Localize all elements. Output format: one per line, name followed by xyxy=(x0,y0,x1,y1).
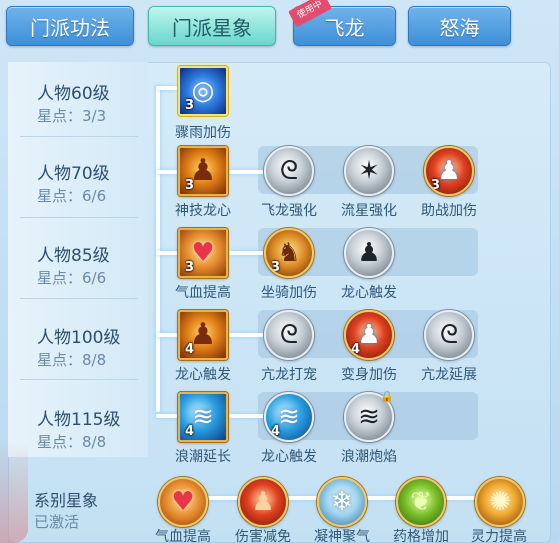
skill-node[interactable]: ≋ 🔒 xyxy=(344,390,394,442)
skill-label: 亢龙延展 xyxy=(421,367,477,383)
system-star-node[interactable]: ❄ xyxy=(317,477,367,527)
skill-node[interactable]: ♟ 4 xyxy=(178,310,228,360)
tab-label: 门派星象 xyxy=(172,15,252,40)
row-divider xyxy=(20,136,138,137)
level-label: 人物60级 xyxy=(37,84,110,104)
skill-label: 亢龙打宠 xyxy=(261,367,317,383)
warrior-icon: ♟ xyxy=(251,487,275,517)
leaf-icon: ❦ xyxy=(410,487,432,517)
skill-count: 4 xyxy=(351,342,361,357)
skill-label: 飞龙强化 xyxy=(261,203,317,219)
frost-icon: ❄ xyxy=(331,487,353,517)
skill-node[interactable]: ᘓ xyxy=(424,310,474,360)
skill-label: 龙心触发 xyxy=(341,285,397,301)
skill-count: 4 xyxy=(185,424,195,439)
dragon-icon: ᘓ xyxy=(279,156,299,186)
skill-label: 骤雨加伤 xyxy=(175,125,231,141)
tree-connector xyxy=(229,414,265,418)
heart-icon: ♥ xyxy=(171,487,195,517)
skill-count: 3 xyxy=(185,98,195,113)
skill-label: 神技龙心 xyxy=(175,203,231,219)
star-count: 星点：6/6 xyxy=(37,269,107,287)
tab-raging-sea[interactable]: 怒海 xyxy=(408,6,511,46)
tree-connector xyxy=(156,333,180,337)
lock-icon: 🔒 xyxy=(380,390,394,403)
system-star-title: 系别星象 xyxy=(34,491,99,510)
system-star-label: 药格增加 xyxy=(393,529,449,543)
skill-count: 3 xyxy=(185,178,195,193)
tab-label: 飞龙 xyxy=(324,15,365,40)
skill-node[interactable]: ᘓ xyxy=(264,146,314,196)
skill-label: 变身加伤 xyxy=(341,367,397,383)
dragon-icon: ᘓ xyxy=(439,320,459,350)
skill-label: 坐骑加伤 xyxy=(261,285,317,301)
skill-node[interactable]: ♥ 3 xyxy=(178,228,228,278)
tab-label: 门派功法 xyxy=(30,15,110,40)
tree-connector xyxy=(156,86,180,90)
star-count: 星点：6/6 xyxy=(37,187,107,205)
level-label: 人物85级 xyxy=(37,246,110,266)
row-divider xyxy=(20,298,138,299)
meteor-icon: ✶ xyxy=(358,156,380,186)
tree-connector xyxy=(229,333,265,337)
system-star-node[interactable]: ♥ xyxy=(158,477,208,527)
skill-node[interactable]: ✶ xyxy=(344,146,394,196)
system-star-label: 灵力提高 xyxy=(471,529,527,543)
dragon-icon: ᘓ xyxy=(279,320,299,350)
level-label: 人物100级 xyxy=(37,328,121,348)
star-count: 星点：3/3 xyxy=(37,107,107,125)
tree-connector xyxy=(229,251,265,255)
tab-flying-dragon[interactable]: 使用中 飞龙 xyxy=(288,0,396,46)
skill-count: 3 xyxy=(271,260,281,275)
skill-label: 助战加伤 xyxy=(421,203,477,219)
skill-count: 4 xyxy=(185,342,195,357)
level-label: 人物115级 xyxy=(37,410,121,430)
system-star-label: 伤害减免 xyxy=(235,529,291,543)
tree-connector xyxy=(156,86,160,412)
skill-label: 龙心触发 xyxy=(261,449,317,465)
system-star-node[interactable]: ♟ xyxy=(238,477,288,527)
row-divider xyxy=(20,217,138,218)
decorative-ornament xyxy=(0,440,28,543)
skill-node[interactable]: ♟ 3 xyxy=(178,146,228,196)
skill-label: 流星强化 xyxy=(341,203,397,219)
row-divider xyxy=(20,379,138,380)
skill-label: 气血提高 xyxy=(175,285,231,301)
system-star-node[interactable]: ❦ xyxy=(396,477,446,527)
skill-label: 浪潮炮焰 xyxy=(341,449,397,465)
sun-icon: ✺ xyxy=(489,487,511,517)
system-star-status: 已激活 xyxy=(34,513,80,531)
system-star-node[interactable]: ✺ xyxy=(475,477,525,527)
skill-label: 龙心触发 xyxy=(175,367,231,383)
skill-count: 4 xyxy=(271,424,281,439)
skill-node[interactable]: ♟ 3 xyxy=(424,146,474,196)
tab-sect-skills[interactable]: 门派功法 xyxy=(6,6,134,46)
skill-node[interactable]: ≋ 4 xyxy=(264,392,314,442)
skill-label: 浪潮延长 xyxy=(175,449,231,465)
tree-connector xyxy=(156,414,180,418)
skill-node[interactable]: ◎ 3 xyxy=(178,66,228,116)
skill-count: 3 xyxy=(431,178,441,193)
skill-node[interactable]: ≋ 4 xyxy=(178,392,228,442)
skill-count: 3 xyxy=(185,260,195,275)
star-count: 星点：8/8 xyxy=(37,351,107,369)
tree-connector xyxy=(156,170,180,174)
system-star-label: 凝神聚气 xyxy=(314,529,370,543)
level-label: 人物70级 xyxy=(37,164,110,184)
skill-node[interactable]: ♟ 4 xyxy=(344,310,394,360)
skill-node[interactable]: ♟ xyxy=(344,228,394,278)
tab-label: 怒海 xyxy=(439,15,480,40)
system-star-label: 气血提高 xyxy=(155,529,211,543)
skill-node[interactable]: ♞ 3 xyxy=(264,228,314,278)
tree-connector xyxy=(156,251,180,255)
star-count: 星点：8/8 xyxy=(37,433,107,451)
tab-sect-stars[interactable]: 门派星象 xyxy=(148,6,276,46)
person-icon: ♟ xyxy=(357,238,381,268)
tree-connector xyxy=(229,170,265,174)
skill-node[interactable]: ᘓ xyxy=(264,310,314,360)
